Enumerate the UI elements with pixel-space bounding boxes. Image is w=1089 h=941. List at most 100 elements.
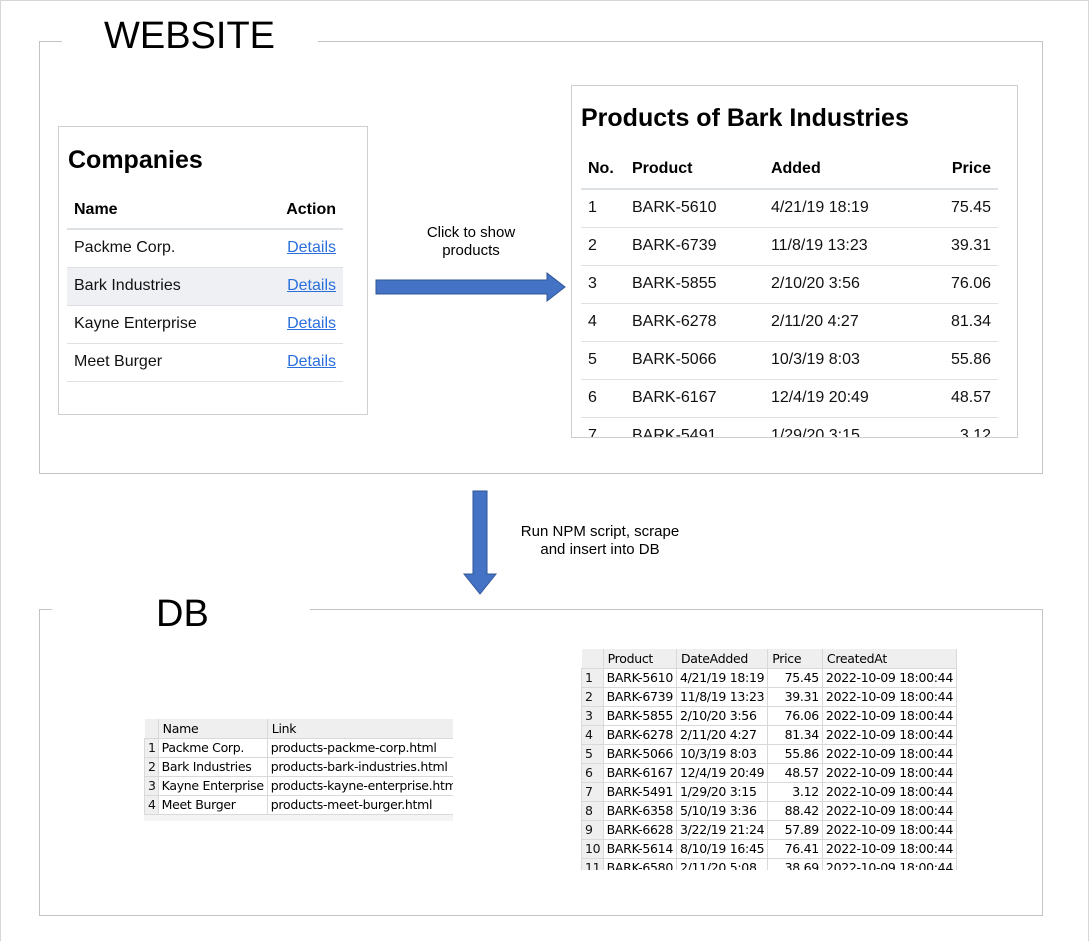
cell-product[interactable]: BARK-5610 (602, 667, 677, 688)
cell-dateadded[interactable]: 12/4/19 20:49 (675, 762, 769, 783)
cell-price[interactable]: 38.69 (767, 857, 823, 870)
cell-product[interactable]: BARK-6628 (602, 819, 677, 840)
cell-product[interactable]: BARK-5855 (602, 705, 677, 726)
cell-createdat[interactable]: 2022-10-09 18:00:44 (821, 686, 957, 707)
product-row: 6 BARK-6167 12/4/19 20:49 48.57 (581, 379, 998, 418)
cell-price[interactable]: 76.41 (767, 838, 823, 859)
companies-heading: Companies (68, 146, 203, 174)
column-header-product[interactable]: Product (603, 649, 677, 669)
cell-createdat[interactable]: 2022-10-09 18:00:44 (821, 781, 957, 802)
cell-dateadded[interactable]: 2/11/20 5:08 (675, 857, 769, 870)
cell-dateadded[interactable]: 8/10/19 16:45 (675, 838, 769, 859)
grid-row[interactable]: 3 Kayne Enterprise products-kayne-enterpri… (144, 775, 453, 796)
cell-price[interactable]: 88.42 (767, 800, 823, 821)
cell-createdat[interactable]: 2022-10-09 18:00:44 (821, 743, 957, 764)
row-number[interactable]: 11 (581, 857, 604, 870)
row-number[interactable]: 8 (581, 800, 604, 821)
cell-price[interactable]: 75.45 (767, 667, 823, 688)
product-added: 4/21/19 18:19 (763, 189, 922, 228)
row-number[interactable]: 5 (581, 743, 604, 764)
cell-dateadded[interactable]: 3/22/19 21:24 (675, 819, 769, 840)
cell-createdat[interactable]: 2022-10-09 18:00:44 (821, 819, 957, 840)
grid-row[interactable]: 11 BARK-6580 2/11/20 5:08 38.69 2022-10-09 1… (581, 857, 957, 870)
cell-dateadded[interactable]: 5/10/19 3:36 (675, 800, 769, 821)
company-row: Packme Corp. Details (67, 229, 343, 268)
row-number[interactable]: 7 (581, 781, 604, 802)
cell-product[interactable]: BARK-6167 (602, 762, 677, 783)
cell-dateadded[interactable]: 2/10/20 3:56 (675, 705, 769, 726)
cell-dateadded[interactable]: 1/29/20 3:15 (675, 781, 769, 802)
details-link[interactable]: Details (287, 315, 336, 332)
grid-row[interactable]: 4 Meet Burger products-meet-burger.html (144, 794, 453, 815)
grid-row[interactable]: 6 BARK-6167 12/4/19 20:49 48.57 2022-10-09 1… (581, 762, 957, 783)
grid-row[interactable]: 1 BARK-5610 4/21/19 18:19 75.45 2022-10-09 1… (581, 667, 957, 688)
cell-link[interactable]: products-packme-corp.html (266, 737, 453, 758)
grid-row[interactable]: 9 BARK-6628 3/22/19 21:24 57.89 2022-10-09 1… (581, 819, 957, 840)
row-number[interactable]: 1 (581, 667, 604, 688)
row-number[interactable]: 3 (581, 705, 604, 726)
column-header-price[interactable]: Price (767, 649, 823, 669)
cell-link[interactable]: products-kayne-enterprise.html (266, 775, 453, 796)
cell-price[interactable]: 48.57 (767, 762, 823, 783)
cell-createdat[interactable]: 2022-10-09 18:00:44 (821, 667, 957, 688)
npm-script-label: Run NPM script, scrape and insert into D… (500, 523, 700, 559)
cell-dateadded[interactable]: 10/3/19 8:03 (675, 743, 769, 764)
grid-row[interactable]: 3 BARK-5855 2/10/20 3:56 76.06 2022-10-09 18… (581, 705, 957, 726)
grid-row[interactable]: 7 BARK-5491 1/29/20 3:15 3.12 2022-10-09 18:… (581, 781, 957, 802)
cell-price[interactable]: 81.34 (767, 724, 823, 745)
row-number[interactable]: 2 (581, 686, 604, 707)
row-number[interactable]: 9 (581, 819, 604, 840)
cell-createdat[interactable]: 2022-10-09 18:00:44 (821, 705, 957, 726)
product-added: 10/3/19 8:03 (763, 341, 922, 380)
row-number[interactable]: 2 (144, 756, 159, 777)
cell-createdat[interactable]: 2022-10-09 18:00:44 (821, 857, 957, 870)
cell-product[interactable]: BARK-5614 (602, 838, 677, 859)
column-header-action: Action (255, 191, 343, 230)
details-link[interactable]: Details (287, 277, 336, 294)
cell-price[interactable]: 39.31 (767, 686, 823, 707)
cell-dateadded[interactable]: 2/11/20 4:27 (675, 724, 769, 745)
cell-createdat[interactable]: 2022-10-09 18:00:44 (821, 800, 957, 821)
row-number[interactable]: 10 (581, 838, 604, 859)
row-number[interactable]: 4 (144, 794, 159, 815)
row-number[interactable]: 4 (581, 724, 604, 745)
cell-createdat[interactable]: 2022-10-09 18:00:44 (821, 838, 957, 859)
grid-row[interactable]: 5 BARK-5066 10/3/19 8:03 55.86 2022-10-09 18… (581, 743, 957, 764)
cell-product[interactable]: BARK-6580 (602, 857, 677, 870)
cell-link[interactable]: products-meet-burger.html (266, 794, 453, 815)
grid-row[interactable]: 2 Bark Industries products-bark-industries… (144, 756, 453, 777)
grid-row[interactable]: 2 BARK-6739 11/8/19 13:23 39.31 2022-10-09 1… (581, 686, 957, 707)
cell-name[interactable]: Kayne Enterprise (157, 775, 268, 796)
cell-createdat[interactable]: 2022-10-09 18:00:44 (821, 724, 957, 745)
grid-row[interactable]: 4 BARK-6278 2/11/20 4:27 81.34 2022-10-09 18… (581, 724, 957, 745)
cell-price[interactable]: 55.86 (767, 743, 823, 764)
column-header-createdat[interactable]: CreatedAt (822, 649, 957, 669)
details-link[interactable]: Details (287, 353, 336, 370)
cell-price[interactable]: 3.12 (767, 781, 823, 802)
cell-createdat[interactable]: 2022-10-09 18:00:44 (821, 762, 957, 783)
row-number[interactable]: 6 (581, 762, 604, 783)
grid-row[interactable]: 10 BARK-5614 8/10/19 16:45 76.41 2022-10-09 … (581, 838, 957, 859)
cell-product[interactable]: BARK-6358 (602, 800, 677, 821)
cell-name[interactable]: Packme Corp. (157, 737, 268, 758)
cell-name[interactable]: Bark Industries (157, 756, 268, 777)
cell-price[interactable]: 57.89 (767, 819, 823, 840)
column-header-link[interactable]: Link (267, 719, 453, 739)
column-header-name[interactable]: Name (158, 719, 268, 739)
cell-product[interactable]: BARK-6739 (602, 686, 677, 707)
cell-link[interactable]: products-bark-industries.html (266, 756, 453, 777)
cell-dateadded[interactable]: 4/21/19 18:19 (675, 667, 769, 688)
rownum-header (581, 649, 604, 669)
grid-row[interactable]: 1 Packme Corp. products-packme-corp.html (144, 737, 453, 758)
column-header-dateadded[interactable]: DateAdded (676, 649, 769, 669)
details-link[interactable]: Details (287, 239, 336, 256)
cell-dateadded[interactable]: 11/8/19 13:23 (675, 686, 769, 707)
row-number[interactable]: 1 (144, 737, 159, 758)
cell-product[interactable]: BARK-6278 (602, 724, 677, 745)
row-number[interactable]: 3 (144, 775, 159, 796)
cell-price[interactable]: 76.06 (767, 705, 823, 726)
cell-product[interactable]: BARK-5066 (602, 743, 677, 764)
cell-name[interactable]: Meet Burger (157, 794, 268, 815)
grid-row[interactable]: 8 BARK-6358 5/10/19 3:36 88.42 2022-10-09 18… (581, 800, 957, 821)
cell-product[interactable]: BARK-5491 (602, 781, 677, 802)
